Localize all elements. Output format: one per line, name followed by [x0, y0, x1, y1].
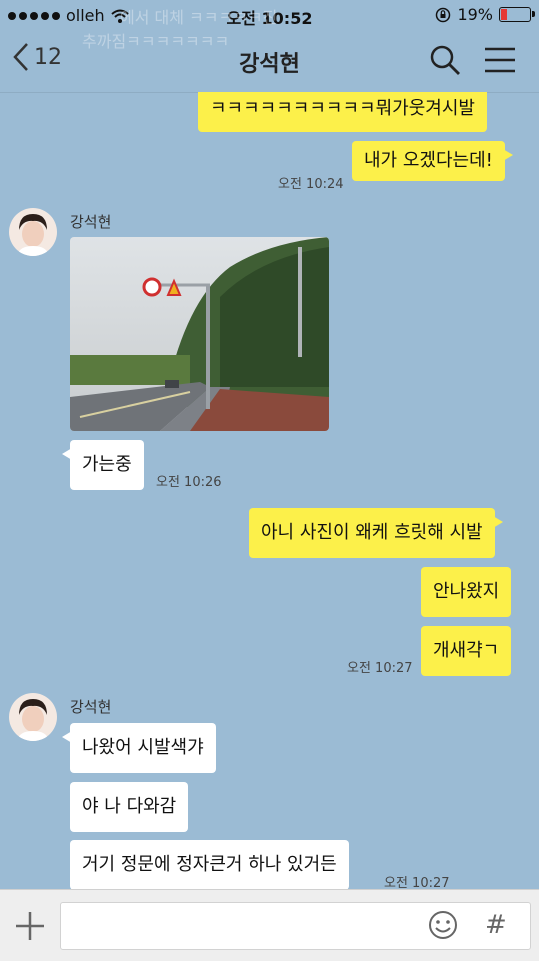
plus-icon[interactable]	[14, 910, 46, 942]
their-message[interactable]: 야 나 다와감	[70, 782, 189, 832]
avatar[interactable]	[9, 208, 57, 256]
my-message[interactable]: ㅋㅋㅋㅋㅋㅋㅋㅋㅋㅋ뭐가웃겨시발	[198, 92, 487, 132]
search-icon[interactable]	[429, 44, 461, 76]
my-message[interactable]: 개새갹ㄱ	[421, 626, 512, 676]
their-message[interactable]: 가는중	[62, 440, 144, 490]
hash-icon[interactable]: #	[485, 909, 511, 941]
rotation-lock-icon	[436, 7, 451, 22]
my-message[interactable]: 안나왔지	[421, 567, 512, 617]
status-bar: olleh 오전 10:52 19%	[0, 0, 539, 30]
input-bar: #	[0, 889, 539, 961]
message-input[interactable]: #	[60, 902, 531, 950]
menu-icon[interactable]	[484, 46, 516, 74]
battery-icon	[499, 7, 535, 22]
my-message[interactable]: 내가 오겠다는데!	[352, 141, 513, 181]
their-message[interactable]: 나왔어 시발색갸	[62, 723, 216, 773]
smile-icon[interactable]	[427, 909, 459, 941]
message-timestamp: 오전 10:26	[156, 475, 222, 490]
chat-header: 12 강석현	[0, 30, 539, 92]
photo-message[interactable]	[70, 237, 329, 431]
message-timestamp: 오전 10:27	[347, 661, 413, 676]
avatar[interactable]	[9, 693, 57, 741]
sender-name: 강석현	[70, 213, 112, 231]
their-message[interactable]: 거기 정문에 정자큰거 하나 있거든	[70, 840, 349, 890]
battery-percent: 19%	[457, 5, 493, 24]
status-right: 19%	[435, 5, 535, 24]
my-message[interactable]: 아니 사진이 왜케 흐릿해 시발	[249, 508, 503, 558]
message-timestamp: 오전 10:24	[278, 177, 344, 192]
sender-name: 강석현	[70, 698, 112, 716]
